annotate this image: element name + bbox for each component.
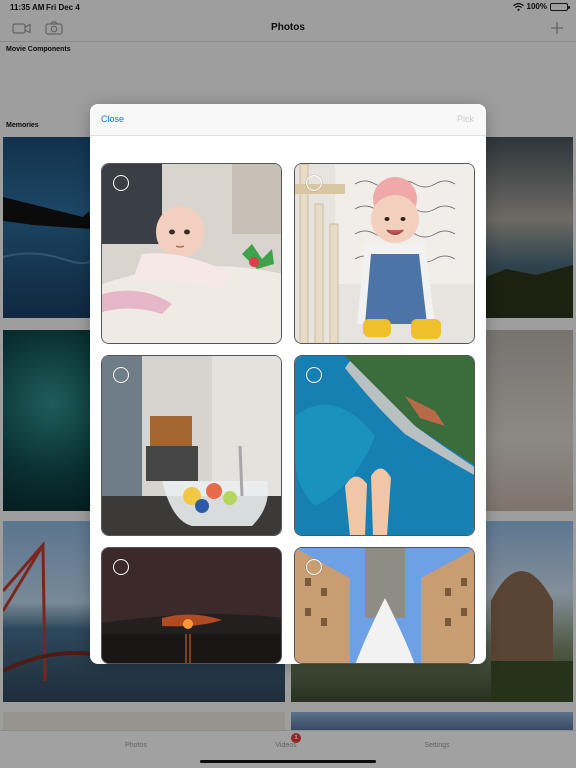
selection-circle[interactable] xyxy=(113,367,129,383)
selection-circle[interactable] xyxy=(113,559,129,575)
coastline-aerial-photo[interactable] xyxy=(294,355,475,536)
selection-circle[interactable] xyxy=(306,559,322,575)
baby-on-blanket-photo[interactable] xyxy=(101,163,282,344)
sunset-over-water-photo[interactable] xyxy=(101,547,282,664)
picker-header: Close Pick xyxy=(90,104,486,136)
selection-circle[interactable] xyxy=(306,367,322,383)
building-and-statue-photo[interactable] xyxy=(294,547,475,664)
selection-circle[interactable] xyxy=(113,175,129,191)
close-button[interactable]: Close xyxy=(101,114,124,124)
tea-and-fruit-photo[interactable] xyxy=(101,355,282,536)
baby-in-crib-photo[interactable] xyxy=(294,163,475,344)
pick-button[interactable]: Pick xyxy=(457,114,474,124)
photo-picker-modal: Close Pick xyxy=(90,104,486,664)
selection-circle[interactable] xyxy=(306,175,322,191)
